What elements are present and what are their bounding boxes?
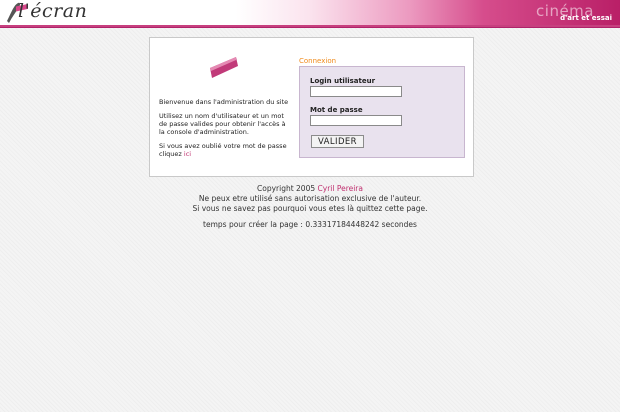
notice-line-1: Ne peux etre utilisé sans autorisation e… (198, 194, 422, 203)
copyright-line: Copyright 2005 Cyril Pereira (0, 184, 620, 194)
page-footer: Copyright 2005 Cyril Pereira Ne peux etr… (0, 184, 620, 230)
header-accent-line (0, 25, 620, 27)
notice-line-2: Si vous ne savez pas pourquoi vous etes … (192, 204, 428, 213)
author-name: Cyril Pereira (317, 184, 363, 193)
password-input[interactable] (310, 115, 402, 126)
forgot-password-link[interactable]: ici (184, 150, 191, 158)
intro-text: Bienvenue dans l'administration du site … (159, 98, 289, 164)
password-label: Mot de passe (310, 106, 363, 114)
login-form: Login utilisateur Mot de passe VALIDER (299, 66, 465, 158)
login-title: Connexion (299, 57, 337, 65)
submit-button[interactable]: VALIDER (311, 135, 364, 148)
header-tagline: d'art et essai (560, 14, 612, 22)
welcome-text: Bienvenue dans l'administration du site (159, 98, 289, 106)
render-time: temps pour créer la page : 0.33317184448… (203, 220, 417, 229)
username-label: Login utilisateur (310, 77, 376, 85)
username-input[interactable] (310, 86, 402, 97)
instructions-text: Utilisez un nom d'utilisateur et un mot … (159, 112, 286, 136)
site-logo[interactable]: l'écran (4, 0, 120, 25)
forgot-password-label: Si vous avez oublié votre mot de passe c… (159, 142, 287, 158)
copyright-prefix: Copyright 2005 (257, 184, 316, 193)
logo-text: l'écran (18, 0, 88, 22)
site-header: l'écran cinéma d'art et essai (0, 0, 620, 28)
forgot-password-text: Si vous avez oublié votre mot de passe c… (159, 142, 289, 158)
login-panel: Bienvenue dans l'administration du site … (149, 37, 474, 177)
brand-ribbon-icon (210, 57, 238, 78)
